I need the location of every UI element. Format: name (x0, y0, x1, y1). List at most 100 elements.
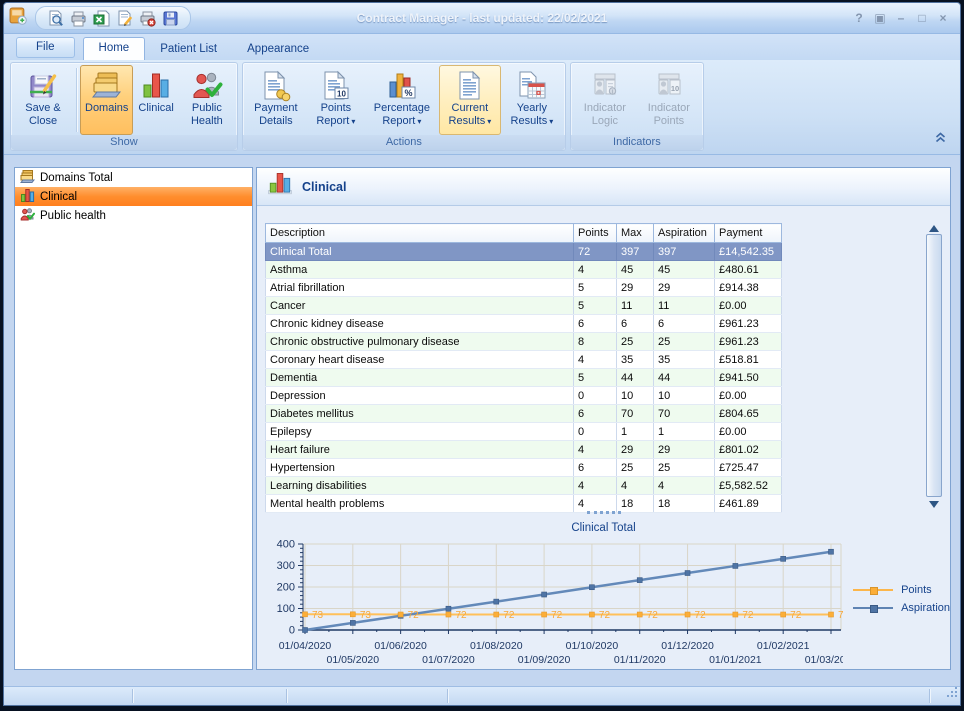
column-header[interactable]: Description (266, 224, 574, 243)
bar-chart-icon (20, 188, 35, 206)
sidebar-item-clinical[interactable]: Clinical (15, 187, 252, 206)
table-cell: 11 (654, 297, 715, 315)
table-row[interactable]: Mental health problems41818£461.89 (266, 495, 782, 513)
table-cell: 1 (617, 423, 654, 441)
table-cell: £461.89 (715, 495, 782, 513)
table-row[interactable]: Chronic obstructive pulmonary disease825… (266, 333, 782, 351)
svg-text:72: 72 (599, 610, 611, 621)
close-icon[interactable]: × (936, 10, 950, 26)
print-cancel-icon[interactable] (138, 9, 157, 28)
table-cell: £5,582.52 (715, 477, 782, 495)
restore-icon[interactable]: ▣ (873, 10, 887, 26)
table-row[interactable]: Atrial fibrillation52929£914.38 (266, 279, 782, 297)
svg-text:0: 0 (289, 625, 295, 637)
ribbon-button-label: Public Health (184, 102, 230, 128)
table-row[interactable]: Dementia54444£941.50 (266, 369, 782, 387)
ribbon-collapse-button[interactable] (935, 130, 946, 148)
table-cell: 70 (617, 405, 654, 423)
tab-file[interactable]: File (16, 37, 75, 58)
ribbon: Save & Close Domains Clinical (4, 60, 960, 155)
table-cell: Heart failure (266, 441, 574, 459)
tab-home[interactable]: Home (83, 37, 146, 60)
clinical-button[interactable]: Clinical (133, 65, 178, 135)
table-cell: 35 (654, 351, 715, 369)
ribbon-button-label: Points Report▾ (312, 102, 360, 128)
table-cell: 10 (617, 387, 654, 405)
table-cell: 25 (617, 333, 654, 351)
yearly-results-icon (515, 69, 549, 102)
content-area: Domains Total Clinical Public health (4, 155, 960, 686)
svg-text:01/03/2021: 01/03/2021 (805, 654, 843, 666)
clinical-icon (139, 69, 173, 102)
table-cell: Chronic kidney disease (266, 315, 574, 333)
svg-text:01/06/2020: 01/06/2020 (374, 640, 427, 652)
sidebar-item-domains-total[interactable]: Domains Total (15, 168, 252, 187)
table-row[interactable]: Asthma44545£480.61 (266, 261, 782, 279)
percentage-report-button[interactable]: % Percentage Report▾ (365, 65, 439, 135)
ribbon-group-actions: Payment Details 10 Points Report▾ % Perc… (242, 62, 566, 151)
scroll-up-icon[interactable] (929, 225, 939, 232)
chart-block: Clinical Total 010020030040001/04/202001… (257, 517, 950, 669)
table-row[interactable]: Coronary heart disease43535£518.81 (266, 351, 782, 369)
svg-text:73: 73 (360, 610, 372, 621)
table-cell: 25 (617, 459, 654, 477)
table-row[interactable]: Cancer51111£0.00 (266, 297, 782, 315)
maximize-icon[interactable]: □ (915, 10, 929, 26)
print-preview-icon[interactable] (46, 9, 65, 28)
people-icon (20, 207, 35, 225)
table-cell: Coronary heart disease (266, 351, 574, 369)
sidebar-item-public-health[interactable]: Public health (15, 206, 252, 225)
table-cell: 45 (617, 261, 654, 279)
svg-text:i: i (612, 88, 613, 95)
table-row[interactable]: Diabetes mellitus67070£804.65 (266, 405, 782, 423)
table-cell: 4 (617, 477, 654, 495)
app-logo-icon[interactable] (9, 7, 27, 30)
column-header[interactable]: Max (617, 224, 654, 243)
tab-patient-list[interactable]: Patient List (145, 39, 232, 60)
svg-text:10: 10 (671, 84, 679, 93)
panel-body: DescriptionPointsMaxAspirationPayment Cl… (257, 206, 950, 669)
save-close-button[interactable]: Save & Close (13, 65, 73, 135)
yearly-results-button[interactable]: Yearly Results▾ (501, 65, 563, 135)
panel-title: Clinical (302, 180, 346, 194)
svg-text:72: 72 (503, 610, 515, 621)
payment-details-button[interactable]: Payment Details (245, 65, 307, 135)
table-cell: 4 (574, 261, 617, 279)
minimize-icon[interactable]: – (894, 10, 908, 26)
export-excel-icon[interactable] (92, 9, 111, 28)
table-cell: Asthma (266, 261, 574, 279)
table-row[interactable]: Epilepsy011£0.00 (266, 423, 782, 441)
points-report-button[interactable]: 10 Points Report▾ (307, 65, 365, 135)
results-table[interactable]: DescriptionPointsMaxAspirationPayment Cl… (265, 223, 782, 513)
table-row[interactable]: Depression01010£0.00 (266, 387, 782, 405)
column-header[interactable]: Payment (715, 224, 782, 243)
table-cell: 4 (574, 441, 617, 459)
public-health-button[interactable]: Public Health (179, 65, 235, 135)
ribbon-button-label: Payment Details (250, 102, 302, 128)
table-cell: 4 (574, 495, 617, 513)
scroll-down-icon[interactable] (929, 501, 939, 508)
help-icon[interactable]: ? (852, 10, 866, 26)
table-row[interactable]: Learning disabilities444£5,582.52 (266, 477, 782, 495)
column-header[interactable]: Aspiration (654, 224, 715, 243)
current-results-button[interactable]: Current Results▾ (439, 65, 501, 135)
column-header[interactable]: Points (574, 224, 617, 243)
scrollbar-thumb[interactable] (926, 234, 942, 497)
table-cell: 70 (654, 405, 715, 423)
table-row[interactable]: Heart failure42929£801.02 (266, 441, 782, 459)
save-close-icon (26, 69, 60, 102)
table-cell: 5 (574, 279, 617, 297)
table-row[interactable]: Chronic kidney disease666£961.23 (266, 315, 782, 333)
table-scrollbar[interactable] (926, 223, 942, 512)
table-row[interactable]: Clinical Total72397397£14,542.35 (266, 243, 782, 261)
table-row[interactable]: Hypertension62525£725.47 (266, 459, 782, 477)
domains-button[interactable]: Domains (80, 65, 133, 135)
modify-report-icon[interactable] (115, 9, 134, 28)
print-icon[interactable] (69, 9, 88, 28)
save-icon[interactable] (161, 9, 180, 28)
table-cell: £0.00 (715, 297, 782, 315)
tab-appearance[interactable]: Appearance (232, 39, 324, 60)
svg-text:72: 72 (455, 610, 467, 621)
resize-grip[interactable] (946, 685, 958, 703)
status-pane-divider (929, 689, 931, 703)
